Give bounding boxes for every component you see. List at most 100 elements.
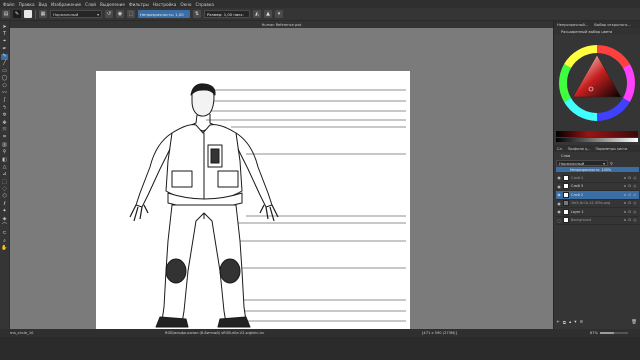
mirror-v-icon[interactable]: ▲ xyxy=(264,10,272,18)
polygon-icon[interactable]: ⬠ xyxy=(1,83,8,89)
eye-icon[interactable]: ◉ xyxy=(557,192,561,197)
pan-icon[interactable]: ✋ xyxy=(1,246,8,252)
size-slider[interactable]: Размер: 1,00 пикс. xyxy=(204,10,250,18)
canvas-area[interactable]: Human Reference.psd xyxy=(10,21,553,329)
eye-closed-icon[interactable]: ◌ xyxy=(557,218,561,223)
layer-opacity-slider[interactable]: Непрозрачность: 100% xyxy=(556,167,639,172)
document-tab[interactable]: Human Reference.psd xyxy=(10,21,553,28)
polygon-select-icon[interactable]: ⬡ xyxy=(1,194,8,200)
brush-name[interactable]: ma_circle_10 xyxy=(10,331,33,335)
menu-item-9[interactable]: Справка xyxy=(196,2,214,7)
tab-color-profiles[interactable]: Профили ц... xyxy=(568,147,591,151)
move-down-icon[interactable]: ▾ xyxy=(574,320,576,325)
ellipse-select-icon[interactable]: ◌ xyxy=(1,187,8,193)
preserve-alpha-icon[interactable]: ◉ xyxy=(116,10,124,18)
zoom-slider-handle[interactable] xyxy=(600,332,614,334)
brush-icon[interactable]: ✎ xyxy=(1,53,8,60)
layer-row[interactable]: ◉ Слой 3α ⊡ ◎ xyxy=(556,183,639,191)
swap-colors-icon[interactable]: ▦ xyxy=(39,10,47,18)
rect-select-icon[interactable]: ⬚ xyxy=(1,179,8,185)
eye-icon[interactable]: ◉ xyxy=(557,184,561,189)
polyline-icon[interactable]: 〰 xyxy=(1,91,8,97)
layer-row[interactable]: ◉ Layer 1α ⊡ ◎ xyxy=(556,208,639,217)
lock-icon[interactable]: ⇅ xyxy=(193,10,201,18)
transform-icon[interactable]: ⤧ xyxy=(1,127,8,133)
eye-icon[interactable]: ◉ xyxy=(557,201,561,206)
layer-lock-alpha-icons[interactable]: α ⊡ ◎ xyxy=(624,210,639,214)
rectangle-icon[interactable]: ▭ xyxy=(1,68,8,74)
similar-select-icon[interactable]: ◈ xyxy=(1,216,8,222)
tab-layers[interactable]: Сл. xyxy=(557,147,563,151)
layer-name[interactable]: Layer 1 xyxy=(571,210,622,214)
menu-item-1[interactable]: Правка xyxy=(19,2,35,7)
layer-name[interactable]: Слой 3 xyxy=(571,184,622,188)
add-layer-icon[interactable]: + xyxy=(556,320,560,325)
zoom-icon[interactable]: ⌕ xyxy=(1,238,8,244)
more-icon[interactable]: ▾ xyxy=(275,10,283,18)
duplicate-layer-icon[interactable]: ⧉ xyxy=(563,320,566,326)
opacity-slider[interactable]: Непрозрачность: 1,00 xyxy=(138,10,190,18)
shade-selector[interactable] xyxy=(556,131,638,137)
edit-shapes-icon[interactable]: ⌖ xyxy=(1,39,8,45)
layer-name[interactable]: Background xyxy=(571,218,622,222)
layer-row[interactable]: ◉ Слой 4α ⊡ ◎ xyxy=(556,174,639,183)
bezier-select-icon[interactable]: ⌒ xyxy=(1,224,8,230)
layer-row[interactable]: ◉ 2bf4-6c1b-41-9f5b-aeg α ⊡ ◎ xyxy=(556,200,639,208)
menu-item-0[interactable]: Файл xyxy=(3,2,15,7)
measure-icon[interactable]: ⊿ xyxy=(1,172,8,178)
wrap-icon[interactable]: ⬚ xyxy=(127,10,135,18)
brush-preset-icon[interactable]: ✎ xyxy=(13,10,21,18)
pattern-icon[interactable] xyxy=(24,10,32,18)
menu-item-4[interactable]: Слой xyxy=(85,2,96,7)
move-up-icon[interactable]: ▴ xyxy=(569,320,571,325)
calligraphy-icon[interactable]: ✒ xyxy=(1,46,8,52)
eye-icon[interactable]: ◉ xyxy=(557,175,561,180)
zoom-level[interactable]: 67% xyxy=(590,331,598,335)
layer-name[interactable]: 2bf4-6c1b-41-9f5b-aeg xyxy=(571,201,622,205)
color-picker-icon[interactable]: ⚲ xyxy=(1,150,8,156)
dock-tab-2[interactable]: Выбор открытого... xyxy=(594,23,631,27)
assistant-icon[interactable]: △ xyxy=(1,164,8,170)
dock-tab-1[interactable]: Непрозрачный... xyxy=(557,23,588,27)
delete-layer-icon[interactable]: 🗑 xyxy=(631,320,639,325)
eye-icon[interactable]: ◉ xyxy=(557,209,561,214)
layer-row[interactable]: ◉ Слой 2α ⊡ ◎ xyxy=(556,191,639,200)
move-icon[interactable]: ✥ xyxy=(1,120,8,126)
layer-blend-select[interactable]: Нормальный ▾ xyxy=(556,160,608,166)
crop-icon[interactable]: ⌗ xyxy=(1,135,8,141)
zoom-slider[interactable] xyxy=(600,332,628,334)
layer-row[interactable]: ◌ Background α ⊡ ◎ xyxy=(556,217,639,225)
filter-icon[interactable]: ⚲ xyxy=(610,161,613,166)
freehand-select-icon[interactable]: ℓ xyxy=(1,201,8,207)
contiguous-select-icon[interactable]: ✦ xyxy=(1,209,8,215)
line-icon[interactable]: ╱ xyxy=(1,61,8,67)
select-shape-icon[interactable]: ➤ xyxy=(1,24,8,30)
advanced-color-selector[interactable] xyxy=(554,35,640,145)
tab-brush-settings[interactable]: Параметры кисти xyxy=(596,147,628,151)
canvas-paper[interactable] xyxy=(96,71,410,329)
magnetic-select-icon[interactable]: ⊂ xyxy=(1,231,8,237)
layer-name[interactable]: Слой 2 xyxy=(571,193,622,197)
fill-icon[interactable]: ◧ xyxy=(1,157,8,163)
menu-item-5[interactable]: Выделение xyxy=(100,2,125,7)
freehand-path-icon[interactable]: ϟ xyxy=(1,105,8,111)
menu-item-3[interactable]: Изображение xyxy=(51,2,81,7)
ellipse-icon[interactable]: ◯ xyxy=(1,76,8,82)
new-document-icon[interactable]: ▤ xyxy=(2,10,10,18)
gradient-icon[interactable]: ▥ xyxy=(1,142,8,148)
layer-lock-alpha-icons[interactable]: α ⊡ ◎ xyxy=(624,176,639,180)
reset-icon[interactable]: ↺ xyxy=(105,10,113,18)
menu-item-2[interactable]: Вид xyxy=(39,2,48,7)
color-wheel[interactable] xyxy=(554,35,640,131)
layer-properties-icon[interactable]: ≡ xyxy=(580,320,584,325)
blend-mode-select[interactable]: Нормальный ▾ xyxy=(50,10,102,18)
menu-item-6[interactable]: Фильтры xyxy=(129,2,149,7)
text-icon[interactable]: T xyxy=(1,31,8,37)
gray-selector[interactable] xyxy=(556,138,638,142)
menu-item-7[interactable]: Настройка xyxy=(153,2,177,7)
layer-lock-alpha-icons[interactable]: α ⊡ ◎ xyxy=(624,184,639,188)
layer-lock-alpha-icons[interactable]: α ⊡ ◎ xyxy=(624,218,639,222)
multibrush-icon[interactable]: ✲ xyxy=(1,113,8,119)
layer-lock-alpha-icons[interactable]: α ⊡ ◎ xyxy=(624,193,639,197)
menu-item-8[interactable]: Окно xyxy=(180,2,191,7)
